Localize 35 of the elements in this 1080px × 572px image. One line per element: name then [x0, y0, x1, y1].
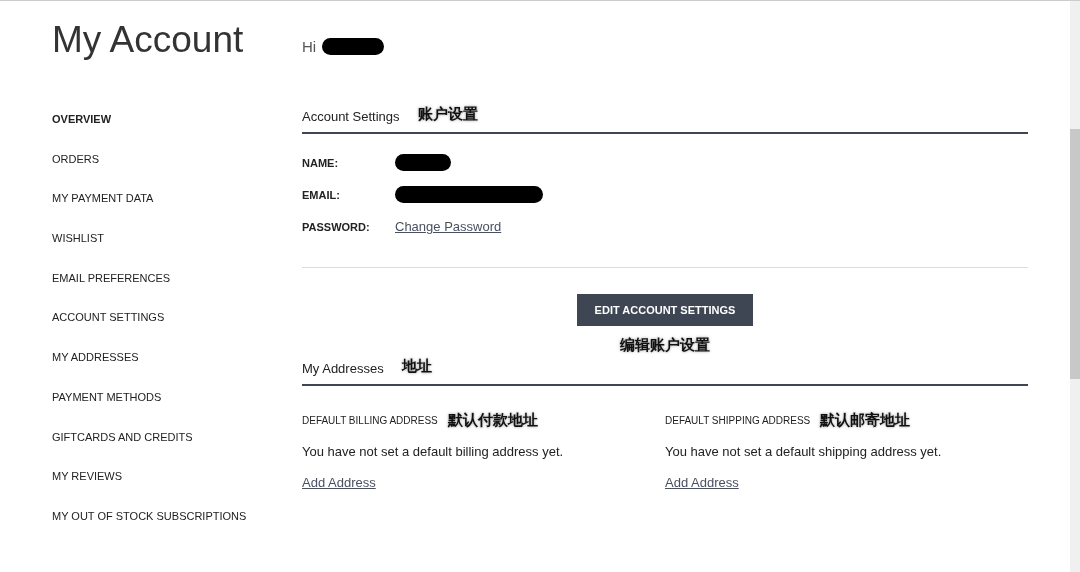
- scrollbar[interactable]: [1070, 1, 1080, 572]
- sidebar-item[interactable]: ACCOUNT SETTINGS: [52, 311, 302, 352]
- address-label: DEFAULT BILLING ADDRESS: [302, 414, 438, 426]
- add-address-link[interactable]: Add Address: [665, 475, 739, 490]
- section-heading: My Addresses: [302, 361, 384, 376]
- page-title: My Account: [52, 19, 245, 61]
- redaction-mark: [322, 37, 385, 55]
- annotation: 编辑账户设置: [620, 336, 710, 355]
- section-heading: Account Settings: [302, 109, 400, 124]
- change-password-link[interactable]: Change Password: [395, 219, 502, 234]
- redaction-mark: [395, 154, 451, 171]
- annotation: 地址: [401, 357, 432, 376]
- sidebar-item[interactable]: ORDERS: [52, 152, 302, 193]
- sidebar-item[interactable]: GIFTCARDS AND CREDITS: [52, 430, 302, 471]
- field-label: EMAIL:: [302, 188, 341, 201]
- address-message: You have not set a default billing address yet.: [302, 444, 564, 459]
- address-label: DEFAULT SHIPPING ADDRESS: [665, 414, 811, 426]
- address-message: You have not set a default shipping address yet.: [665, 444, 942, 459]
- annotation: 默认邮寄地址: [820, 410, 911, 430]
- field-label: PASSWORD:: [302, 220, 371, 233]
- annotation: 账户设置: [417, 105, 478, 124]
- sidebar-item[interactable]: WISHLIST: [52, 232, 302, 272]
- add-address-link[interactable]: Add Address: [302, 475, 376, 490]
- field-label: NAME:: [302, 156, 340, 169]
- sidebar-item[interactable]: MY ADDRESSES: [52, 351, 302, 391]
- sidebar-item[interactable]: OVERVIEW: [52, 113, 302, 153]
- sidebar-item[interactable]: MY REVIEWS: [52, 470, 302, 510]
- edit-settings-button[interactable]: EDIT ACCOUNT SETTINGS: [577, 294, 753, 326]
- sidebar-item[interactable]: MY OUT OF STOCK SUBSCRIPTIONS: [52, 509, 302, 550]
- sidebar-item[interactable]: PAYMENT METHODS: [52, 390, 302, 431]
- annotation: 默认付款地址: [447, 410, 538, 430]
- greeting: Hi: [302, 37, 317, 55]
- sidebar-item[interactable]: MY PAYMENT DATA: [52, 192, 302, 233]
- scrollbar-thumb[interactable]: [1070, 129, 1080, 379]
- sidebar-item[interactable]: EMAIL PREFERENCES: [52, 271, 302, 312]
